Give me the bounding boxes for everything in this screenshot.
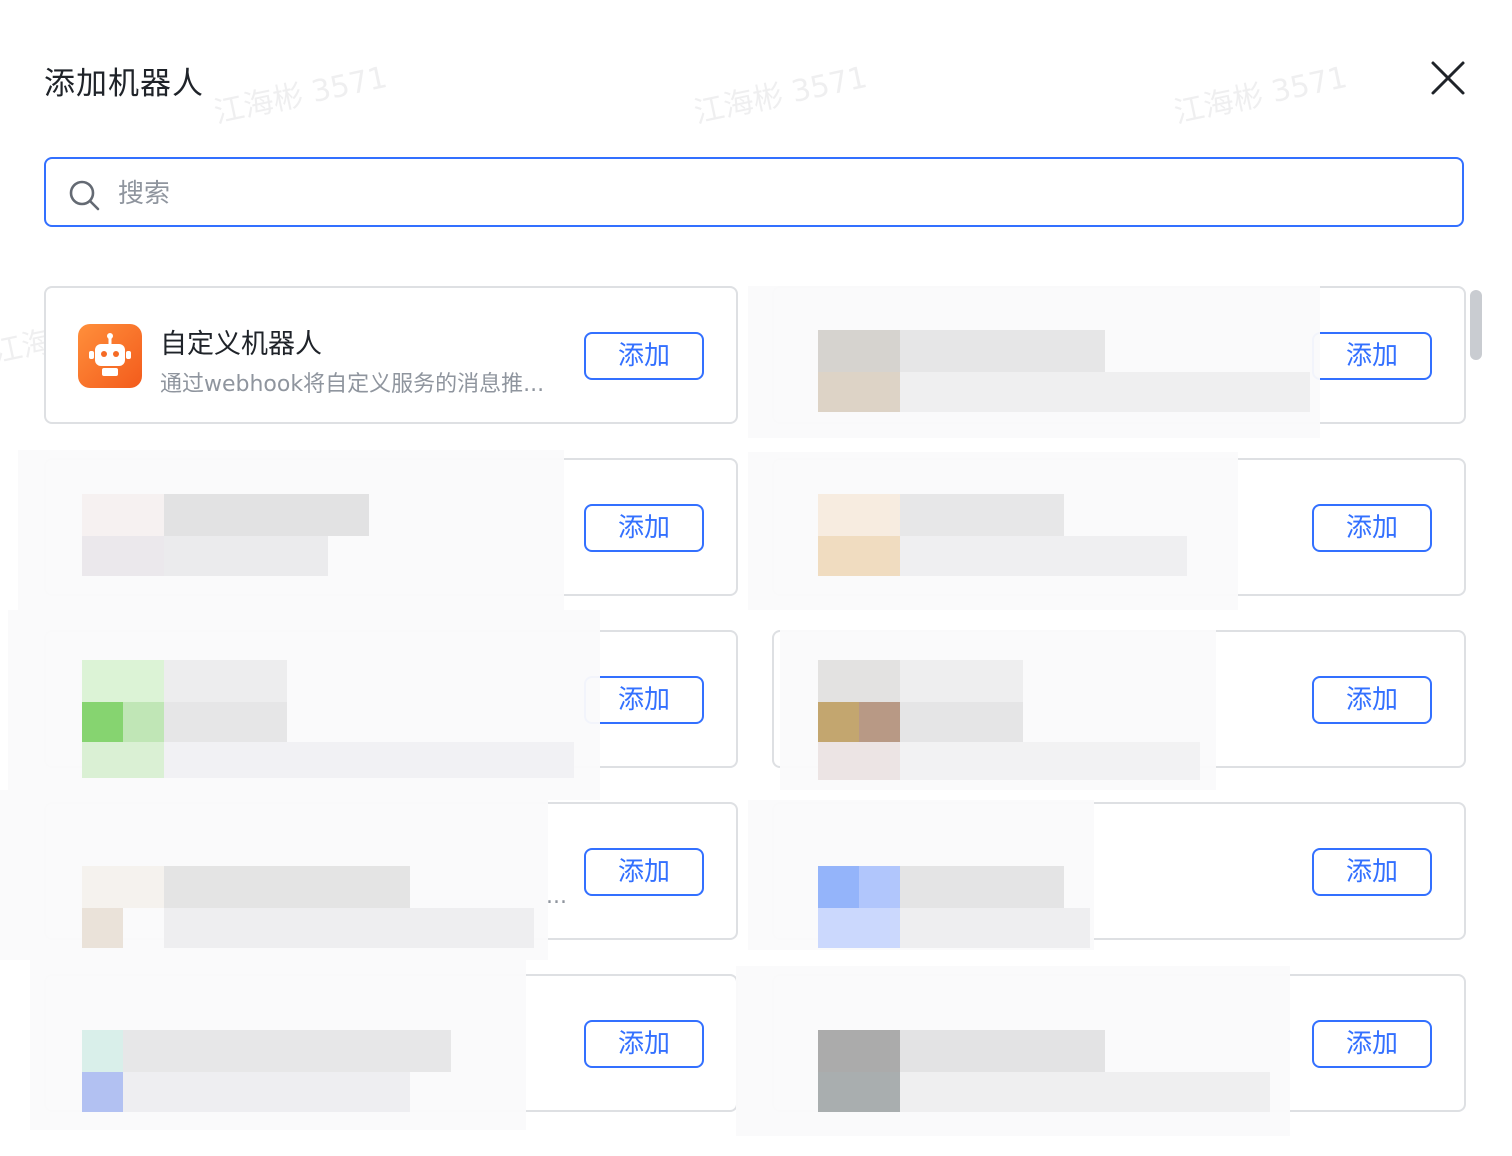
add-button[interactable]: 添加 bbox=[1312, 504, 1432, 552]
robot-description: 通过webhook将自定义服务的消息推... bbox=[160, 372, 545, 397]
redacted-pixel bbox=[818, 660, 900, 702]
add-button[interactable]: 添加 bbox=[1312, 1020, 1432, 1068]
redacted-pixel bbox=[900, 908, 1090, 948]
robot-description: ... bbox=[546, 884, 567, 909]
add-button[interactable]: 添加 bbox=[1312, 332, 1432, 380]
redacted-pixel bbox=[900, 330, 1105, 372]
redacted-pixel bbox=[818, 536, 900, 576]
redacted-pixel bbox=[82, 908, 123, 948]
redacted-pixel bbox=[818, 702, 859, 742]
redacted-pixel bbox=[818, 866, 859, 908]
redacted-pixel bbox=[164, 536, 328, 576]
redacted-pixel bbox=[818, 908, 900, 948]
redacted-pixel bbox=[123, 1030, 451, 1072]
redacted-pixel bbox=[900, 536, 1187, 576]
robot-name: 自定义机器人 bbox=[160, 329, 322, 360]
redacted-pixel bbox=[82, 660, 164, 702]
robot-icon bbox=[89, 333, 131, 376]
redacted-pixel bbox=[859, 866, 900, 908]
redacted-pixel bbox=[818, 742, 900, 780]
add-button[interactable]: 添加 bbox=[1312, 848, 1432, 896]
robot-list: 自定义机器人 通过webhook将自定义服务的消息推... 添加 添加 添加 添… bbox=[0, 0, 1512, 1156]
redacted-pixel bbox=[900, 494, 1064, 536]
add-robot-dialog: 江海彬 3571 江海彬 3571 江海彬 3571 江海彬 3571 江海彬 … bbox=[0, 0, 1512, 1156]
add-button[interactable]: 添加 bbox=[584, 332, 704, 380]
redacted-pixel bbox=[123, 702, 164, 742]
redacted-pixel bbox=[818, 1030, 900, 1072]
redacted-pixel bbox=[900, 660, 1023, 702]
add-button[interactable]: 添加 bbox=[584, 1020, 704, 1068]
redacted-pixel bbox=[900, 702, 1023, 742]
redacted-pixel bbox=[818, 494, 900, 536]
redacted-pixel bbox=[900, 1030, 1105, 1072]
robot-card[interactable]: 自定义机器人 通过webhook将自定义服务的消息推... 添加 bbox=[44, 286, 738, 424]
add-button[interactable]: 添加 bbox=[584, 676, 704, 724]
redacted-pixel bbox=[164, 702, 287, 742]
redacted-pixel bbox=[818, 1072, 900, 1112]
redacted-pixel bbox=[900, 372, 1310, 412]
add-button[interactable]: 添加 bbox=[584, 848, 704, 896]
redacted-pixel bbox=[164, 660, 287, 702]
redacted-pixel bbox=[900, 866, 1064, 908]
redacted-pixel bbox=[82, 702, 123, 742]
redacted-pixel bbox=[82, 494, 164, 536]
redacted-pixel bbox=[818, 372, 900, 412]
redacted-pixel bbox=[164, 908, 534, 948]
redacted-pixel bbox=[900, 1072, 1270, 1112]
redacted-pixel bbox=[82, 536, 164, 576]
scrollbar-thumb[interactable] bbox=[1470, 290, 1482, 360]
redacted-pixel bbox=[82, 866, 164, 908]
redacted-pixel bbox=[123, 1072, 410, 1112]
redacted-pixel bbox=[818, 330, 900, 372]
redacted-pixel bbox=[82, 742, 164, 778]
redacted-pixel bbox=[82, 1030, 123, 1072]
redacted-pixel bbox=[900, 742, 1200, 780]
redacted-pixel bbox=[82, 1072, 123, 1112]
redacted-pixel bbox=[164, 866, 410, 908]
redacted-pixel bbox=[164, 742, 574, 778]
redacted-pixel bbox=[164, 494, 369, 536]
add-button[interactable]: 添加 bbox=[1312, 676, 1432, 724]
robot-avatar bbox=[78, 324, 142, 388]
redacted-pixel bbox=[859, 702, 900, 742]
add-button[interactable]: 添加 bbox=[584, 504, 704, 552]
